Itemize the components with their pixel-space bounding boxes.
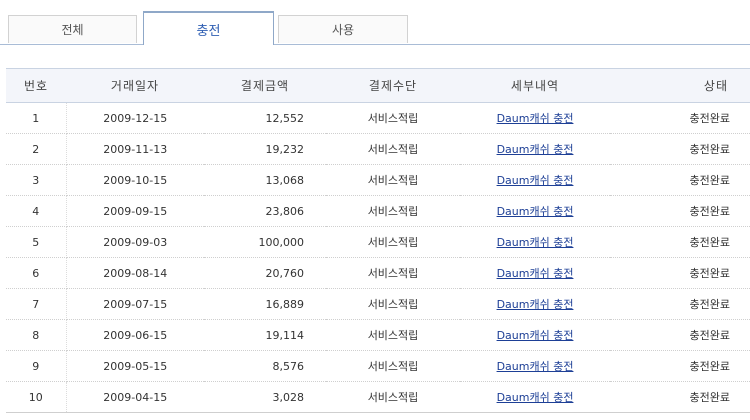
row-status: 충전완료 [610,102,750,134]
row-status: 충전완료 [610,350,750,382]
row-status: 충전완료 [610,319,750,351]
column-header-amount: 결제금액 [204,68,326,103]
table-row: 9 2009-05-15 8,576 서비스적립 Daum캐쉬 충전 충전완료 [6,350,750,382]
row-status: 충전완료 [610,164,750,196]
detail-link[interactable]: Daum캐쉬 충전 [497,267,574,280]
row-number: 1 [6,102,67,134]
row-method: 서비스적립 [326,102,460,134]
table-row: 10 2009-04-15 3,028 서비스적립 Daum캐쉬 충전 충전완료 [6,381,750,413]
row-amount: 19,114 [204,319,326,351]
tab-divider-line [274,44,750,45]
detail-link[interactable]: Daum캐쉬 충전 [497,391,574,404]
row-amount: 20,760 [204,257,326,289]
column-header-status: 상태 [610,68,750,103]
row-number: 5 [6,226,67,258]
row-method: 서비스적립 [326,288,460,320]
table-row: 6 2009-08-14 20,760 서비스적립 Daum캐쉬 충전 충전완료 [6,257,750,289]
table-row: 4 2009-09-15 23,806 서비스적립 Daum캐쉬 충전 충전완료 [6,195,750,227]
table-row: 8 2009-06-15 19,114 서비스적립 Daum캐쉬 충전 충전완료 [6,319,750,351]
row-amount: 19,232 [204,133,326,165]
detail-link[interactable]: Daum캐쉬 충전 [497,112,574,125]
row-date: 2009-09-03 [66,226,204,258]
row-date: 2009-06-15 [66,319,204,351]
row-number: 2 [6,133,67,165]
row-method: 서비스적립 [326,133,460,165]
column-header-date: 거래일자 [66,68,204,103]
row-amount: 8,576 [204,350,326,382]
row-date: 2009-10-15 [66,164,204,196]
tab-all[interactable]: 전체 [8,15,137,43]
row-status: 충전완료 [610,257,750,289]
row-number: 6 [6,257,67,289]
row-date: 2009-08-14 [66,257,204,289]
table-row: 7 2009-07-15 16,889 서비스적립 Daum캐쉬 충전 충전완료 [6,288,750,320]
row-amount: 3,028 [204,381,326,413]
column-header-method: 결제수단 [326,68,460,103]
table-row: 3 2009-10-15 13,068 서비스적립 Daum캐쉬 충전 충전완료 [6,164,750,196]
row-date: 2009-11-13 [66,133,204,165]
detail-link[interactable]: Daum캐쉬 충전 [497,174,574,187]
row-amount: 12,552 [204,102,326,134]
transaction-table: 번호 거래일자 결제금액 결제수단 세부내역 상태 1 2009-12-15 1… [6,68,750,413]
row-date: 2009-05-15 [66,350,204,382]
tab-divider-line [0,44,143,45]
row-method: 서비스적립 [326,381,460,413]
row-status: 충전완료 [610,381,750,413]
row-method: 서비스적립 [326,195,460,227]
row-amount: 100,000 [204,226,326,258]
row-number: 10 [6,381,67,413]
row-date: 2009-09-15 [66,195,204,227]
detail-link[interactable]: Daum캐쉬 충전 [497,298,574,311]
table-row: 5 2009-09-03 100,000 서비스적립 Daum캐쉬 충전 충전완… [6,226,750,258]
row-number: 7 [6,288,67,320]
column-header-detail: 세부내역 [460,68,610,103]
tab-use[interactable]: 사용 [278,15,408,43]
table-row: 2 2009-11-13 19,232 서비스적립 Daum캐쉬 충전 충전완료 [6,133,750,165]
row-status: 충전완료 [610,195,750,227]
row-method: 서비스적립 [326,226,460,258]
row-amount: 16,889 [204,288,326,320]
row-number: 9 [6,350,67,382]
row-number: 8 [6,319,67,351]
row-number: 4 [6,195,67,227]
row-number: 3 [6,164,67,196]
row-amount: 13,068 [204,164,326,196]
row-date: 2009-12-15 [66,102,204,134]
row-date: 2009-07-15 [66,288,204,320]
tab-charge[interactable]: 충전 [143,11,274,45]
detail-link[interactable]: Daum캐쉬 충전 [497,236,574,249]
detail-link[interactable]: Daum캐쉬 충전 [497,205,574,218]
row-method: 서비스적립 [326,164,460,196]
row-amount: 23,806 [204,195,326,227]
row-status: 충전완료 [610,288,750,320]
row-method: 서비스적립 [326,257,460,289]
table-row: 1 2009-12-15 12,552 서비스적립 Daum캐쉬 충전 충전완료 [6,102,750,134]
table-header-row: 번호 거래일자 결제금액 결제수단 세부내역 상태 [6,68,750,103]
detail-link[interactable]: Daum캐쉬 충전 [497,360,574,373]
row-method: 서비스적립 [326,350,460,382]
row-status: 충전완료 [610,133,750,165]
row-status: 충전완료 [610,226,750,258]
detail-link[interactable]: Daum캐쉬 충전 [497,329,574,342]
column-header-number: 번호 [6,68,66,103]
tab-bar: 전체 충전 사용 [0,0,750,45]
detail-link[interactable]: Daum캐쉬 충전 [497,143,574,156]
row-method: 서비스적립 [326,319,460,351]
row-date: 2009-04-15 [66,381,204,413]
